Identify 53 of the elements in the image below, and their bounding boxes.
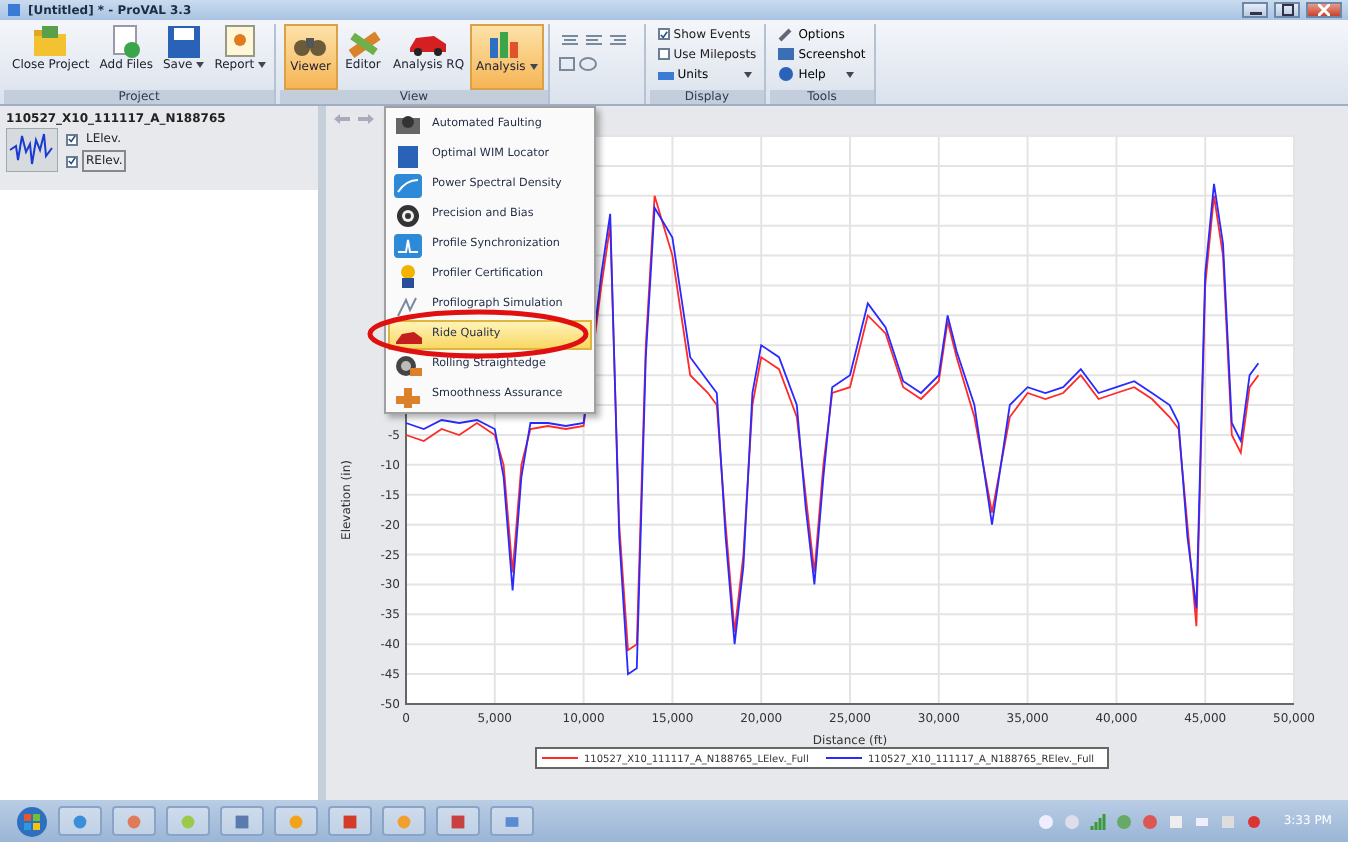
tray-square-icon xyxy=(1219,813,1236,829)
checkmark-icon xyxy=(68,156,76,166)
taskbar-button[interactable] xyxy=(112,806,156,836)
app-icon xyxy=(72,811,88,831)
app-icon xyxy=(288,811,304,831)
app-icon xyxy=(450,811,466,831)
tray-circle-icon xyxy=(1115,813,1132,829)
signal-bars-icon xyxy=(1089,813,1106,829)
help-icon xyxy=(778,66,795,82)
taskbar-button[interactable] xyxy=(220,806,264,836)
tray-square-icon xyxy=(1167,813,1184,829)
close-button[interactable] xyxy=(1306,2,1342,18)
app-icon xyxy=(180,811,196,831)
taskbar-button[interactable] xyxy=(274,806,318,836)
back-arrow-icon xyxy=(334,114,350,124)
menu-item-icon xyxy=(394,293,422,317)
tray-square-icon xyxy=(1193,813,1210,829)
menu-item-icon xyxy=(394,383,422,407)
tray-circle-icon xyxy=(1063,813,1080,829)
minimize-button[interactable] xyxy=(1242,2,1268,18)
taskbar-button[interactable] xyxy=(328,806,372,836)
menu-item-icon xyxy=(394,173,422,197)
start-orb-icon xyxy=(16,805,48,837)
app-icon xyxy=(396,811,412,831)
app-icon xyxy=(504,811,520,831)
menu-item-icon xyxy=(394,113,422,137)
menu-item-icon xyxy=(394,143,422,167)
app-icon xyxy=(126,811,142,831)
waveform-thumbnail xyxy=(6,128,58,172)
app-icon xyxy=(234,811,250,831)
maximize-button[interactable] xyxy=(1274,2,1300,18)
app-icon xyxy=(342,811,358,831)
checkmark-icon xyxy=(68,134,76,144)
shape-icons xyxy=(557,56,598,72)
report-icon xyxy=(220,24,261,60)
checkmark-icon xyxy=(659,29,668,39)
menu-item-icon xyxy=(394,353,422,377)
tray-circle-icon xyxy=(1141,813,1158,829)
tray-circle-icon xyxy=(1245,813,1262,829)
taskbar-button[interactable] xyxy=(382,806,426,836)
close-icon xyxy=(1318,4,1330,16)
taskbar-button[interactable] xyxy=(490,806,534,836)
folder-icon xyxy=(30,24,71,60)
app-icon xyxy=(6,2,22,18)
maximize-icon xyxy=(1281,4,1293,16)
align-icons xyxy=(557,32,630,48)
taskbar-button[interactable] xyxy=(436,806,480,836)
tray-circle-icon xyxy=(1037,813,1054,829)
forward-arrow-icon xyxy=(358,114,374,124)
taskbar-button[interactable] xyxy=(166,806,210,836)
menu-item-icon xyxy=(394,203,422,227)
taskbar-button[interactable] xyxy=(58,806,102,836)
menu-item-icon xyxy=(394,233,422,257)
